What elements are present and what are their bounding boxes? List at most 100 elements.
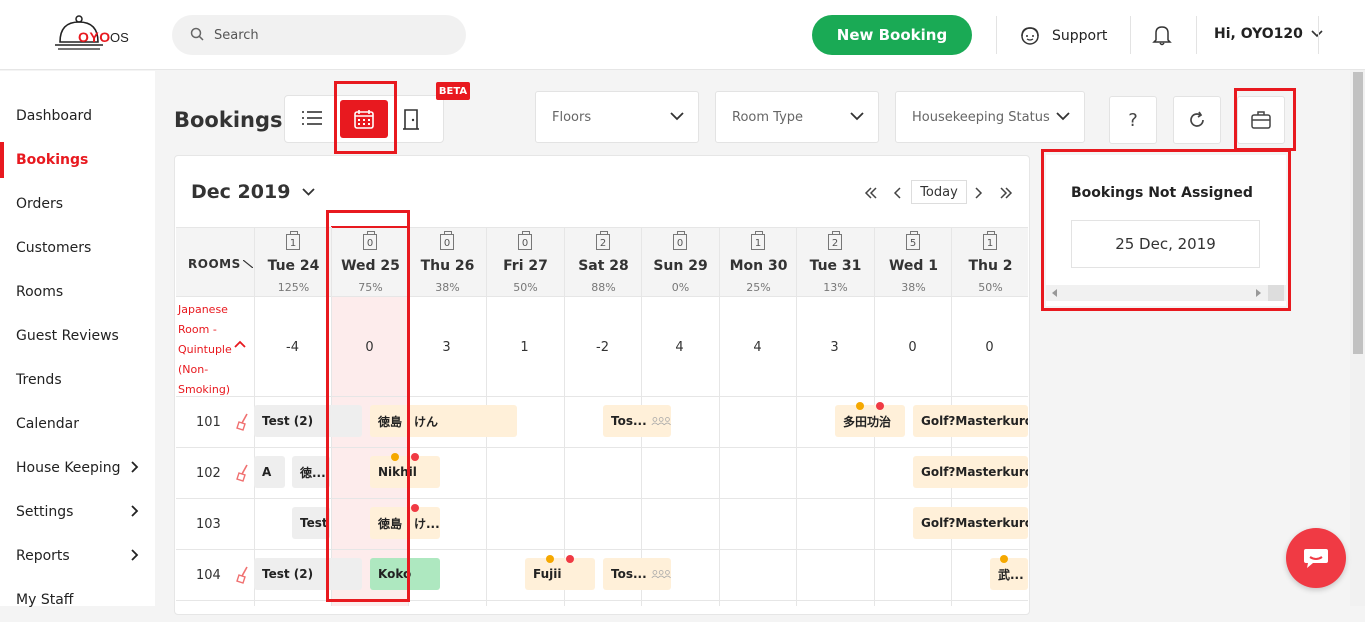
new-booking-button[interactable]: New Booking [812,15,972,55]
sidebar-item-label: Customers [16,240,92,256]
sidebar-item-customers[interactable]: Customers [0,226,155,270]
sidebar-item-reports[interactable]: Reports [0,534,155,578]
sidebar-item-settings[interactable]: Settings [0,490,155,534]
room-number: 101 [196,415,221,430]
booking-bar[interactable]: A [254,456,285,488]
chevron-right-icon [131,549,139,561]
calendar-view-button[interactable] [340,100,388,138]
scroll-right-icon[interactable] [1256,289,1262,297]
booking-guest: Tos... [611,414,647,428]
unassigned-bookings-button[interactable] [1237,96,1285,144]
booking-bar[interactable]: Golf?Masterkuro ... [913,405,1028,437]
sidebar-item-bookings[interactable]: Bookings [0,138,155,182]
month-selector[interactable]: Dec 2019 [191,181,316,203]
booking-bar[interactable]: 徳島 け... [370,507,440,539]
booking-guest: Tos... [611,567,647,581]
scroll-left-icon[interactable] [1052,289,1058,297]
page-scrollbar[interactable] [1350,70,1365,606]
booking-bar[interactable]: Golf?Masterkuro ... [913,456,1028,488]
previous-button[interactable] [893,180,901,206]
panel-date[interactable]: 25 Dec, 2019 [1071,220,1260,268]
booking-bar[interactable]: 多田功治 [835,405,905,437]
booking-bar[interactable]: Test (2) [254,558,362,590]
sidebar-item-label: House Keeping [16,460,121,476]
booking-bar[interactable]: Test [292,507,330,539]
sidebar-item-my-staff[interactable]: My Staff [0,578,155,622]
panel-title: Bookings Not Assigned [1071,185,1253,201]
booking-guest: 多田功治 [843,414,892,429]
top-bar: OYO OS New Booking Support Hi, OYO120 [0,0,1365,70]
sidebar-item-house-keeping[interactable]: House Keeping [0,446,155,490]
day-column-tue-31[interactable]: 2 Tue 31 13% [796,227,873,297]
search-box[interactable] [172,15,466,55]
sidebar-item-label: Rooms [16,284,64,300]
availability-count: -2 [596,340,609,355]
day-column-wed-25[interactable]: 0 Wed 25 75% [331,227,408,297]
today-button[interactable]: Today [911,180,967,204]
support-agent-icon [1021,27,1039,45]
sidebar-item-calendar[interactable]: Calendar [0,402,155,446]
room-number: 104 [196,568,221,583]
room-type-dropdown[interactable]: Room Type [715,91,879,143]
row-divider [176,600,1028,601]
divider [1130,16,1131,54]
booking-guest: Golf?Masterkuro ... [921,414,1028,428]
first-page-button[interactable] [864,180,878,206]
sidebar-item-rooms[interactable]: Rooms [0,270,155,314]
status-dot [411,453,419,461]
housekeeping-status-dropdown[interactable]: Housekeeping Status [895,91,1085,143]
user-menu[interactable]: Hi, OYO120 [1214,26,1323,42]
sidebar-item-dashboard[interactable]: Dashboard [0,94,155,138]
occupancy-percent: 125% [277,281,310,294]
user-greeting: Hi, OYO120 [1214,26,1303,42]
booking-bar[interactable]: 徳... [292,456,330,488]
scrollbar-thumb[interactable] [1353,72,1363,354]
refresh-button[interactable] [1173,96,1221,144]
sidebar-item-orders[interactable]: Orders [0,182,155,226]
day-column-sun-29[interactable]: 0 Sun 29 0% [641,227,718,297]
booking-bar[interactable]: Nikhil [370,456,440,488]
room-view-button[interactable] [402,108,420,134]
broom-icon[interactable] [236,566,250,584]
panel-scrollbar[interactable] [1046,285,1286,301]
help-button[interactable]: ? [1109,96,1157,144]
next-button[interactable] [975,180,983,206]
support-link[interactable]: Support [1018,22,1107,50]
booking-guest: 徳島 け... [378,516,440,531]
booking-bar[interactable]: Test (2) [254,405,362,437]
day-column-mon-30[interactable]: 1 Mon 30 25% [719,227,796,297]
chevron-up-icon[interactable] [234,340,246,348]
availability-count: 1 [520,340,529,355]
booking-bar[interactable]: 武... [990,558,1028,590]
booking-bar[interactable]: Tos... [603,558,671,590]
sidebar-item-guest-reviews[interactable]: Guest Reviews [0,314,155,358]
day-column-thu-26[interactable]: 0 Thu 26 38% [408,227,485,297]
day-column-tue-24[interactable]: 1 Tue 24 125% [254,227,331,297]
divider [1318,16,1319,54]
list-view-button[interactable] [300,108,324,132]
search-input[interactable] [214,24,444,46]
floors-dropdown[interactable]: Floors [535,91,699,143]
last-page-button[interactable] [999,180,1013,206]
booking-bar[interactable]: Koko [370,558,440,590]
day-column-wed-1[interactable]: 5 Wed 1 38% [874,227,951,297]
booking-bar[interactable]: Golf?Masterkuro ... [913,507,1028,539]
room-type-toggle[interactable]: Japanese Room - Quintuple (Non-Smoking) [178,300,248,400]
bell-icon [1152,26,1172,46]
oyo-os-logo[interactable]: OYO OS [54,14,134,56]
broom-icon[interactable] [236,464,250,482]
booking-bar[interactable]: Tos... [603,405,671,437]
chevron-down-icon [302,188,316,196]
day-column-fri-27[interactable]: 0 Fri 27 50% [486,227,563,297]
broom-icon[interactable] [236,413,250,431]
chevron-down-icon [1311,30,1323,38]
day-column-thu-2[interactable]: 1 Thu 2 50% [951,227,1028,297]
sidebar-item-trends[interactable]: Trends [0,358,155,402]
unassigned-count: 1 [751,231,765,250]
day-column-sat-28[interactable]: 2 Sat 28 88% [564,227,641,297]
booking-bar[interactable]: 徳島 けん [370,405,517,437]
notifications-button[interactable] [1152,24,1172,50]
booking-guest: Golf?Masterkuro ... [921,465,1028,479]
booking-bar[interactable]: Fujii [525,558,595,590]
chat-button[interactable] [1286,528,1346,588]
